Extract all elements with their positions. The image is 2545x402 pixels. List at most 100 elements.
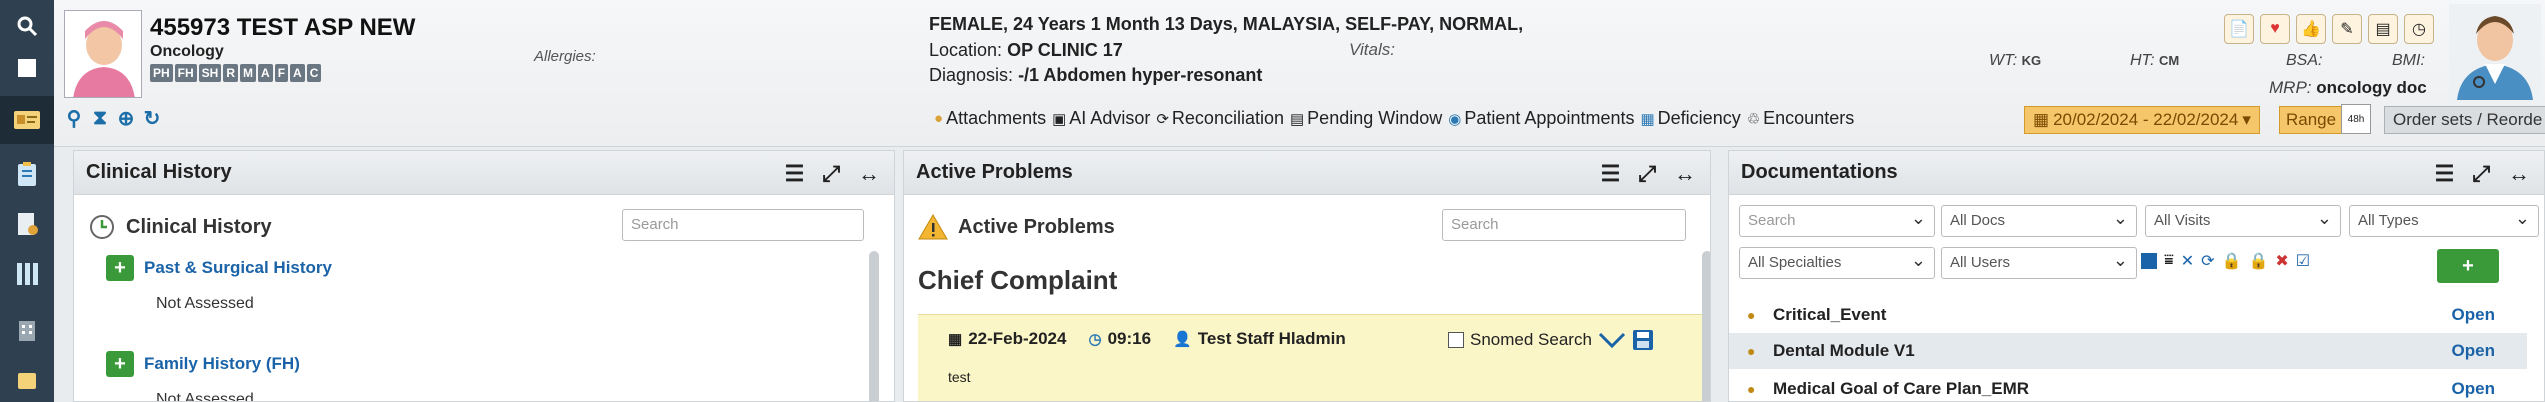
add-document-button[interactable]: + bbox=[2437, 249, 2499, 283]
open-link[interactable]: Open bbox=[2452, 305, 2495, 325]
menu-icon[interactable]: ☰ bbox=[785, 161, 805, 187]
all-specialties-select[interactable]: All Specialties bbox=[1739, 247, 1935, 279]
badge-ph[interactable]: PH bbox=[150, 64, 173, 82]
add-icon[interactable]: + bbox=[106, 351, 134, 377]
deficiency-link[interactable]: ▦ Deficiency bbox=[1640, 108, 1740, 129]
filter-icon[interactable]: ⩸ bbox=[2164, 252, 2174, 270]
clock-icon: ◷ bbox=[1088, 331, 1102, 348]
thumbs-up-icon[interactable]: 👍 bbox=[2296, 14, 2326, 44]
family-history-item[interactable]: + Family History (FH) bbox=[106, 351, 300, 377]
pending-window-link[interactable]: ▤ Pending Window bbox=[1290, 108, 1442, 129]
save-icon[interactable] bbox=[1632, 329, 1654, 351]
problems-search-input[interactable]: Search bbox=[1442, 209, 1686, 241]
all-visits-select[interactable]: All Visits bbox=[2145, 205, 2341, 237]
square-icon[interactable] bbox=[0, 44, 54, 92]
badge-m[interactable]: M bbox=[240, 64, 257, 82]
checklist-icon[interactable]: ☑ bbox=[2296, 251, 2310, 271]
past-surgical-history-item[interactable]: + Past & Surgical History bbox=[106, 255, 332, 281]
resize-horizontal-icon[interactable]: ↔ bbox=[858, 161, 880, 187]
docs-toolbar: ⩸ ✕ ⟳ 🔒 🔒 ✖ ☑ bbox=[2141, 251, 2310, 271]
resize-horizontal-icon[interactable]: ↔ bbox=[1674, 161, 1696, 187]
all-types-select[interactable]: All Types bbox=[2349, 205, 2539, 237]
problems-scrollbar[interactable] bbox=[1702, 251, 1710, 401]
open-link[interactable]: Open bbox=[2452, 379, 2495, 399]
snomed-checkbox[interactable] bbox=[1448, 332, 1464, 348]
badge-a[interactable]: A bbox=[258, 64, 273, 82]
report-icon[interactable]: ▤ bbox=[2368, 14, 2398, 44]
badge-r[interactable]: R bbox=[223, 64, 239, 82]
badge-c[interactable]: C bbox=[306, 64, 322, 82]
clinical-scrollbar[interactable] bbox=[869, 251, 879, 401]
past-surgical-status: Not Assessed bbox=[156, 295, 254, 312]
open-link[interactable]: Open bbox=[2452, 341, 2495, 361]
doctor-avatar[interactable] bbox=[2449, 4, 2541, 100]
delete-icon[interactable]: ✖ bbox=[2275, 251, 2288, 271]
patient-appointments-link[interactable]: ◉ Patient Appointments bbox=[1448, 108, 1634, 129]
document-row[interactable]: ● Dental Module V1 Open bbox=[1729, 333, 2527, 369]
patient-location: Location: OP CLINIC 17 bbox=[929, 40, 1123, 61]
heart-icon[interactable]: ♥ bbox=[2260, 14, 2290, 44]
document-row[interactable]: ● Medical Goal of Care Plan_EMR Open bbox=[1729, 371, 2527, 401]
building-icon[interactable] bbox=[0, 306, 54, 354]
mrp: MRP: oncology doc bbox=[2269, 78, 2427, 97]
lock-green-icon[interactable]: 🔒 bbox=[2222, 251, 2242, 271]
range-button[interactable]: Range bbox=[2279, 106, 2344, 134]
entry-date: ▦ 22-Feb-2024 bbox=[948, 329, 1067, 348]
zoom-in-icon[interactable]: ⊕ bbox=[114, 106, 138, 130]
add-icon[interactable]: + bbox=[106, 255, 134, 281]
id-card-icon[interactable] bbox=[0, 96, 54, 144]
pen-icon[interactable]: ✎ bbox=[2332, 14, 2362, 44]
more-icon[interactable] bbox=[0, 356, 54, 402]
ai-advisor-link[interactable]: ▣ AI Advisor bbox=[1052, 108, 1150, 129]
expand-icon[interactable]: ⤢ bbox=[822, 161, 840, 187]
panel-title: Active Problems bbox=[916, 161, 1073, 183]
badge-f[interactable]: F bbox=[274, 64, 289, 82]
checkmark-icon[interactable] bbox=[1598, 330, 1626, 350]
menu-icon[interactable]: ☰ bbox=[2435, 161, 2455, 187]
badge-fh[interactable]: FH bbox=[174, 64, 197, 82]
expand-icon[interactable]: ⤢ bbox=[1638, 161, 1656, 187]
document-row[interactable]: ● Critical_Event Open bbox=[1729, 297, 2527, 333]
docs-search-input[interactable]: Search bbox=[1739, 205, 1935, 237]
hourglass-icon[interactable]: ⧗ bbox=[88, 106, 112, 130]
clinical-search-input[interactable]: Search bbox=[622, 209, 864, 241]
date-range-select[interactable]: ▦ 20/02/2024 - 22/02/2024 ▾ bbox=[2024, 106, 2260, 134]
select-all-checkbox[interactable] bbox=[2141, 253, 2157, 269]
refresh-icon[interactable]: ↻ bbox=[140, 106, 164, 130]
pending-icon: ▤ bbox=[1289, 110, 1305, 128]
collapse-icon[interactable]: ✕ bbox=[2181, 251, 2194, 271]
zoom-search-icon[interactable]: ⚲ bbox=[62, 106, 86, 130]
all-docs-select[interactable]: All Docs bbox=[1941, 205, 2137, 237]
snomed-search[interactable]: Snomed Search bbox=[1448, 329, 1654, 351]
calendar-48h-icon[interactable]: 48h bbox=[2341, 104, 2371, 134]
clock-icon[interactable]: ◷ bbox=[2404, 14, 2434, 44]
clinical-history-panel: Clinical History ☰ ⤢ ↔ Clinical History … bbox=[73, 150, 895, 402]
expand-icon[interactable]: ⤢ bbox=[2472, 161, 2490, 187]
all-users-select[interactable]: All Users bbox=[1941, 247, 2137, 279]
bmi-label: BMI: bbox=[2392, 52, 2425, 69]
vitals-label: Vitals: bbox=[1349, 40, 1395, 59]
note-icon[interactable] bbox=[0, 200, 54, 248]
clock-history-icon bbox=[90, 215, 114, 239]
reconcile-icon: ⟳ bbox=[1156, 110, 1169, 128]
active-problems-panel: Active Problems ☰ ⤢ ↔ Active Problems Se… bbox=[903, 150, 1711, 402]
menu-icon[interactable]: ☰ bbox=[1601, 161, 1621, 187]
search-icon[interactable] bbox=[0, 2, 54, 50]
refresh-icon[interactable]: ⟳ bbox=[2201, 251, 2214, 271]
badge-sh[interactable]: SH bbox=[198, 64, 222, 82]
reconciliation-link[interactable]: ⟳ Reconciliation bbox=[1156, 108, 1284, 129]
lock-yellow-icon[interactable]: 🔒 bbox=[2248, 251, 2268, 271]
patient-avatar[interactable] bbox=[64, 10, 142, 98]
columns-icon[interactable] bbox=[0, 250, 54, 298]
chief-complaint-heading: Chief Complaint bbox=[918, 265, 1118, 295]
resize-horizontal-icon[interactable]: ↔ bbox=[2508, 161, 2530, 187]
user-icon: 👤 bbox=[1173, 331, 1192, 348]
diagnosis-value: -/1 Abdomen hyper-resonant bbox=[1018, 65, 1263, 85]
clipboard-icon[interactable] bbox=[0, 150, 54, 198]
order-sets-button[interactable]: Order sets / Reorde bbox=[2384, 106, 2545, 134]
document-icon[interactable]: 📄 bbox=[2224, 14, 2254, 44]
attachments-link[interactable]: ● Attachments bbox=[934, 108, 1046, 129]
badge-a2[interactable]: A bbox=[290, 64, 305, 82]
encounters-link[interactable]: ♲ Encounters bbox=[1747, 108, 1855, 129]
document-icon: ● bbox=[1747, 307, 1756, 323]
